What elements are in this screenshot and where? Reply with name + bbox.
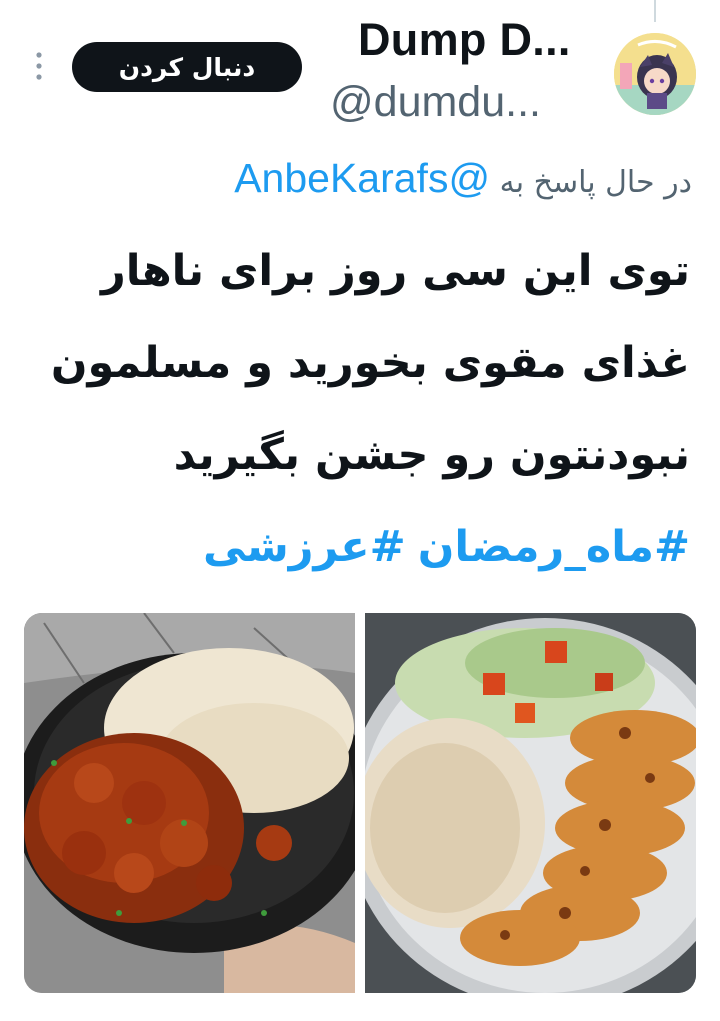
reply-prefix: در حال پاسخ به	[499, 165, 692, 200]
tweet-line: غذای مقوی بخورید و مسلمون	[50, 338, 690, 388]
reply-mention-link[interactable]: @AnbeKarafs	[234, 155, 490, 201]
tweet-media[interactable]	[24, 613, 696, 993]
reply-context: در حال پاسخ به @AnbeKarafs	[234, 155, 692, 202]
follow-button[interactable]: دنبال کردن	[72, 42, 302, 92]
thread-connector-line	[654, 0, 656, 22]
tweet-text: توی این سی روز برای ناهار غذای مقوی بخور…	[30, 225, 690, 593]
media-image-chicken-plate[interactable]	[365, 613, 696, 993]
hashtag-line: #ماه_رمضان#عرزشی	[30, 501, 690, 593]
anime-avatar-icon	[614, 33, 696, 115]
avatar[interactable]	[614, 33, 696, 115]
more-vertical-icon[interactable]	[32, 50, 46, 82]
hashtag-link[interactable]: #ماه_رمضان	[418, 522, 690, 572]
author-handle[interactable]: @dumdu...	[330, 78, 541, 127]
tweet-line: توی این سی روز برای ناهار	[100, 246, 690, 296]
media-image-chicken-bowl[interactable]	[24, 613, 355, 993]
tweet-line: نبودنتون رو جشن بگیرید	[173, 430, 690, 480]
hashtag-link[interactable]: #عرزشی	[203, 522, 406, 572]
author-display-name[interactable]: Dump D...	[358, 14, 571, 66]
